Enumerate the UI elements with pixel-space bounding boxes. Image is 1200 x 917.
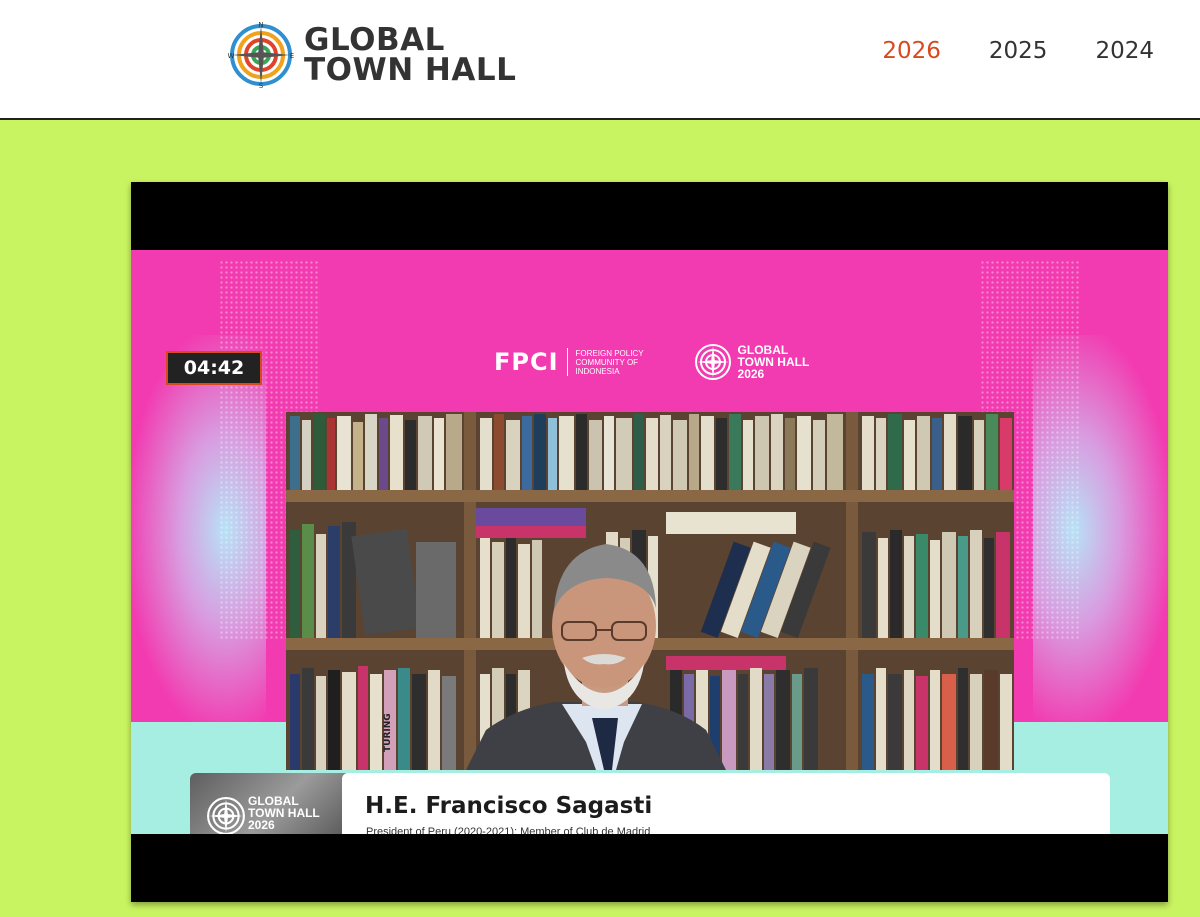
svg-text:S: S xyxy=(259,82,264,88)
speaker-title: President of Peru (2020-2021); Member of… xyxy=(366,826,651,834)
nav-link-2025[interactable]: 2025 xyxy=(989,38,1048,64)
speaker-name: H.E. Francisco Sagasti xyxy=(365,793,653,819)
countdown-timer: 04:42 xyxy=(166,351,262,385)
fpci-logo: FPCI xyxy=(494,348,559,376)
lower-third-branding: GLOBAL TOWN HALL 2026 xyxy=(190,773,346,834)
global-town-hall-logo[interactable]: N E S W GLOBAL TOWN HALL xyxy=(228,20,518,90)
speaker-lower-third: GLOBAL TOWN HALL 2026 H.E. Francisco Sag… xyxy=(190,773,1110,834)
video-player[interactable]: 04:42 FPCI FOREIGN POLICY COMMUNITY OF I… xyxy=(131,182,1168,902)
logo-line-1: GLOBAL xyxy=(304,22,445,58)
speaker-name-card: H.E. Francisco Sagasti President of Peru… xyxy=(342,773,1110,834)
gth-2026-badge: GLOBAL TOWN HALL 2026 xyxy=(694,343,809,381)
svg-text:W: W xyxy=(228,52,235,60)
site-header: N E S W GLOBAL TOWN HALL 2026 2025 2024 xyxy=(0,0,1200,120)
fpci-subtitle: FOREIGN POLICY COMMUNITY OF INDONESIA xyxy=(575,348,644,376)
nav-link-2024[interactable]: 2024 xyxy=(1095,38,1154,64)
svg-text:TURING: TURING xyxy=(383,713,393,752)
speaker-webcam-feed: TURING xyxy=(286,412,1014,770)
speaker-video-frame: TURING xyxy=(286,412,1014,770)
logo-line-2: TOWN HALL xyxy=(304,52,517,88)
gth-emblem-icon xyxy=(694,344,731,380)
video-stage: 04:42 FPCI FOREIGN POLICY COMMUNITY OF I… xyxy=(131,250,1168,834)
logo-wordmark: GLOBAL TOWN HALL xyxy=(304,22,517,88)
lt-brand-line-3: 2026 xyxy=(248,818,275,832)
branding-divider xyxy=(566,348,568,376)
compass-logo-icon: N E S W xyxy=(228,22,294,88)
gth-emblem-icon xyxy=(207,797,245,834)
nav-link-2026[interactable]: 2026 xyxy=(882,38,941,64)
svg-text:N: N xyxy=(258,22,263,29)
event-branding: FPCI FOREIGN POLICY COMMUNITY OF INDONES… xyxy=(494,342,809,382)
svg-text:E: E xyxy=(290,52,294,60)
gth-badge-line-3: 2026 xyxy=(737,367,765,381)
year-nav: 2026 2025 2024 xyxy=(882,38,1154,64)
